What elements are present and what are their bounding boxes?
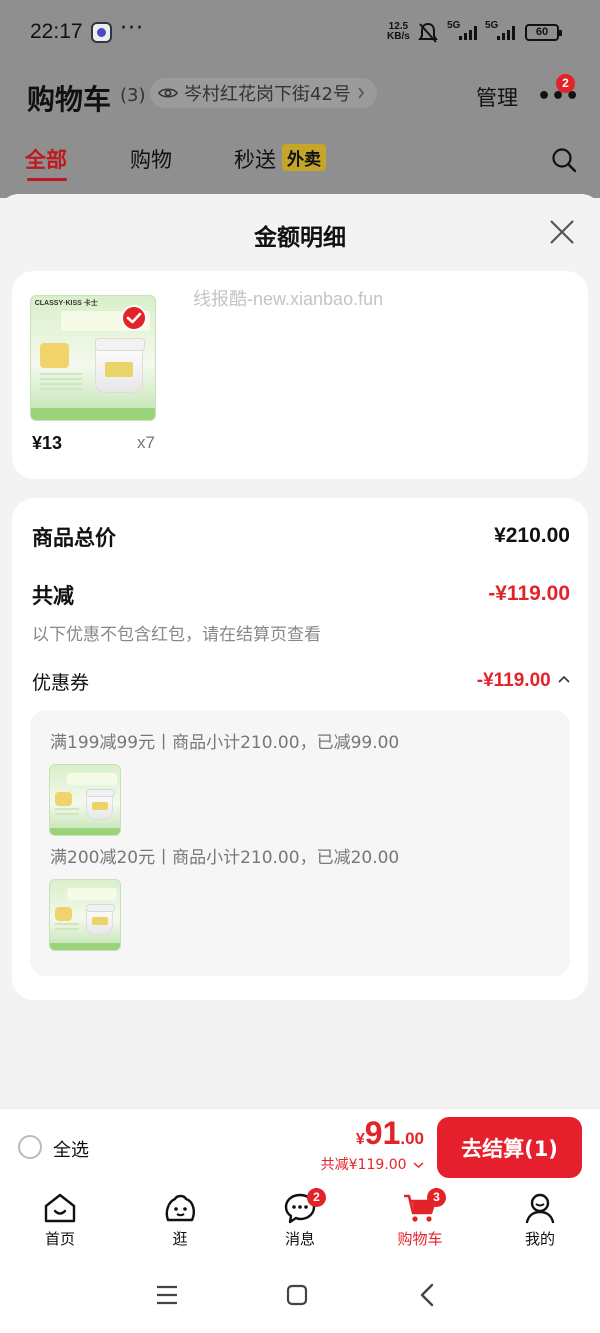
app-notification-icon [91,22,112,43]
battery-level: 60 [535,26,549,38]
profile-icon [525,1193,555,1224]
total-currency: ¥ [355,1131,365,1148]
coupon-1-product-image [49,764,121,836]
total-integer: 91 [364,1115,401,1151]
eye-icon [158,88,178,98]
product-card: CLASSY·KISS 卡士 ¥13 x7 线报酷-new.xianbao.fu… [12,271,588,479]
coupon-rule-1: 满199减99元丨商品小计210.00，已减99.00 [50,733,400,753]
reduction-note: 以下优惠不包含红包，请在结算页查看 [32,625,321,645]
select-all-checkbox[interactable] [18,1135,42,1159]
back-icon[interactable] [419,1283,435,1307]
tab-all[interactable]: 全部 [25,144,67,181]
tab-shopping[interactable]: 购物 [130,144,172,174]
network-speed-unit: KB/s [387,31,410,42]
coupon-detail-box: 满199减99元丨商品小计210.00，已减99.00 满200减20元丨商品小… [30,710,570,976]
coupon-rule-2: 满200减20元丨商品小计210.00，已减20.00 [50,848,400,868]
coupon-value: -¥119.00 [476,670,551,691]
checkout-bar: 全选 ¥91.00 共减¥119.00 去结算(1) [0,1108,600,1184]
goods-total-label: 商品总价 [32,526,116,550]
status-bar: 22:17 ··· 12.5 KB/s 5G 5G 60 [0,0,600,64]
watermark-text: 线报酷-new.xianbao.fun [193,289,384,309]
tab-cart-label: 购物车 [397,1230,443,1248]
browse-icon [165,1194,195,1222]
tab-cart[interactable]: 购物车 [380,1192,460,1249]
manage-button[interactable]: 管理 [476,82,518,112]
system-navigation-bar [0,1260,600,1333]
coupon-toggle[interactable]: -¥119.00 [477,670,570,692]
cart-count: (3) [120,85,146,106]
select-all-label[interactable]: 全选 [53,1136,89,1162]
recent-apps-icon[interactable] [155,1284,179,1306]
product-brand: CLASSY·KISS 卡士 [34,300,98,308]
cart-tabs: 全部 购物 秒送 外卖 [0,144,600,188]
close-icon[interactable] [548,218,576,246]
battery-icon: 60 [525,24,562,41]
more-badge: 2 [556,74,575,93]
bottom-tab-bar: 首页 逛 消息 2 购物车 3 我的 [0,1184,600,1260]
saved-amount-toggle[interactable]: 共减¥119.00 [321,1154,424,1174]
tab-instant-delivery[interactable]: 秒送 外卖 [234,144,326,174]
selected-check-icon[interactable] [121,305,147,331]
cart-title: 购物车 [27,83,112,116]
reduction-value: -¥119.00 [488,582,570,605]
sheet-title: 金额明细 [254,225,346,251]
price-detail-card: 商品总价 ¥210.00 共减 -¥119.00 以下优惠不包含红包，请在结算页… [12,498,588,1000]
reduction-label: 共减 [32,584,74,608]
total-price: ¥91.00 [356,1115,424,1152]
tab-messages-label: 消息 [284,1230,315,1248]
tab-messages[interactable]: 消息 [260,1192,340,1249]
chevron-up-icon [558,675,570,683]
bell-muted-icon [418,22,438,48]
tab-instant-delivery-label: 秒送 [234,148,276,172]
tab-profile[interactable]: 我的 [500,1192,580,1249]
tab-home[interactable]: 首页 [20,1192,100,1249]
coupon-label: 优惠券 [32,672,90,694]
takeaway-tag: 外卖 [282,144,326,171]
network-speed: 12.5 KB/s [387,22,410,42]
saved-amount: 共减¥119.00 [320,1157,407,1173]
chevron-right-icon [358,87,364,99]
coupon-2-product-image [49,879,121,951]
status-time: 22:17 [30,20,83,43]
status-more: ··· [120,16,144,41]
product-price: ¥13 [32,433,63,453]
total-decimal: .00 [400,1129,424,1148]
checkout-button[interactable]: 去结算(1) [437,1117,582,1178]
tab-home-label: 首页 [44,1230,75,1248]
chevron-down-icon [413,1162,424,1169]
search-icon[interactable] [551,147,577,177]
home-button-icon[interactable] [286,1284,308,1306]
home-icon [44,1193,76,1223]
cart-badge: 3 [427,1188,446,1207]
tab-profile-label: 我的 [524,1230,555,1248]
tab-browse[interactable]: 逛 [140,1192,220,1249]
product-quantity: x7 [137,433,155,452]
address-text: 岑村红花岗下街42号 [184,84,351,105]
address-selector[interactable]: 岑村红花岗下街42号 [150,78,377,108]
cart-header: 购物车 (3) 岑村红花岗下街42号 管理 ••• 2 全部 购物 秒送 外卖 [0,64,600,198]
tab-browse-label: 逛 [172,1230,188,1248]
messages-badge: 2 [307,1188,326,1207]
goods-total-value: ¥210.00 [494,524,570,547]
amount-detail-sheet: 金额明细 CLASSY·KISS 卡士 ¥13 x7 线报酷-new.xianb… [0,194,600,1108]
